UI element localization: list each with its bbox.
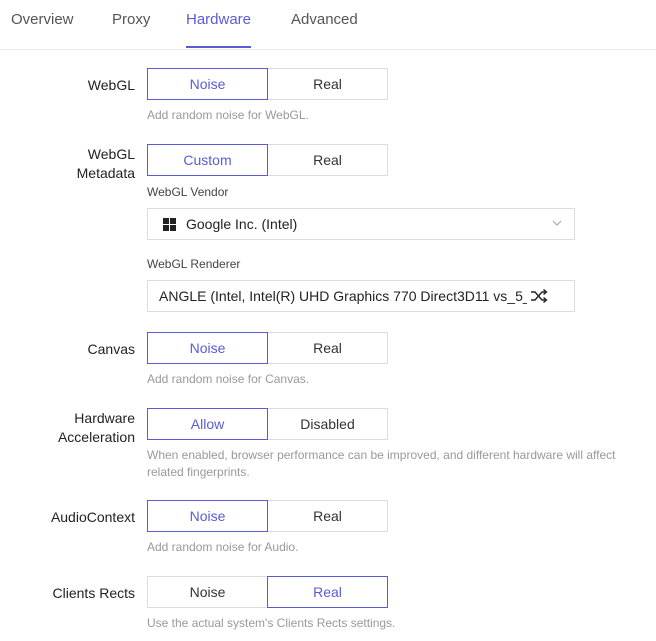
webgl-real-option[interactable]: Real (268, 68, 388, 100)
canvas-noise-option[interactable]: Noise (147, 332, 268, 364)
hardware-acceleration-disabled-option[interactable]: Disabled (268, 408, 388, 440)
webgl-metadata-label: WebGL Metadata (77, 145, 135, 183)
webgl-renderer-input[interactable] (148, 281, 527, 311)
webgl-label: WebGL (87, 77, 135, 93)
webgl-hint: Add random noise for WebGL. (147, 108, 309, 122)
canvas-toggle: Noise Real (147, 332, 388, 364)
hardware-settings-page: Overview Proxy Hardware Advanced WebGL N… (0, 0, 656, 641)
audio-context-noise-option[interactable]: Noise (147, 500, 268, 532)
webgl-metadata-real-option[interactable]: Real (268, 144, 388, 176)
webgl-vendor-select[interactable]: Google Inc. (Intel) (147, 208, 575, 240)
webgl-metadata-toggle: Custom Real (147, 144, 388, 176)
settings-tabs: Overview Proxy Hardware Advanced (0, 0, 656, 50)
webgl-metadata-label-line2: Metadata (76, 165, 135, 181)
webgl-noise-option[interactable]: Noise (147, 68, 268, 100)
webgl-renderer-label: WebGL Renderer (147, 257, 241, 271)
audio-context-real-option[interactable]: Real (268, 500, 388, 532)
audio-context-hint: Add random noise for Audio. (147, 540, 299, 554)
tab-advanced[interactable]: Advanced (291, 0, 358, 47)
hardware-acceleration-toggle: Allow Disabled (147, 408, 388, 440)
hardware-acceleration-hint: When enabled, browser performance can be… (147, 448, 616, 479)
client-rects-noise-option[interactable]: Noise (147, 576, 267, 608)
hardware-acceleration-label-line1: Hardware (74, 410, 135, 426)
hardware-acceleration-label: Hardware Acceleration (58, 409, 135, 447)
webgl-vendor-label: WebGL Vendor (147, 185, 229, 199)
canvas-real-option[interactable]: Real (268, 332, 388, 364)
canvas-label: Canvas (87, 341, 135, 357)
webgl-metadata-label-line1: WebGL (87, 146, 135, 162)
hardware-acceleration-allow-option[interactable]: Allow (147, 408, 268, 440)
client-rects-label: Clients Rects (52, 585, 135, 601)
tab-overview[interactable]: Overview (11, 0, 74, 47)
webgl-toggle: Noise Real (147, 68, 388, 100)
client-rects-hint: Use the actual system's Clients Rects se… (147, 616, 396, 630)
shuffle-icon[interactable] (530, 288, 548, 304)
audio-context-toggle: Noise Real (147, 500, 388, 532)
webgl-vendor-value: Google Inc. (Intel) (186, 216, 298, 232)
audio-context-label: AudioContext (50, 509, 135, 525)
hardware-acceleration-label-line2: Acceleration (57, 429, 135, 445)
canvas-hint: Add random noise for Canvas. (147, 372, 310, 386)
tab-proxy[interactable]: Proxy (112, 0, 150, 47)
chevron-down-icon[interactable] (552, 219, 562, 227)
client-rects-real-option[interactable]: Real (267, 576, 388, 608)
windows-icon (163, 218, 176, 231)
webgl-metadata-custom-option[interactable]: Custom (147, 144, 268, 176)
webgl-renderer-field (147, 280, 575, 312)
tab-hardware[interactable]: Hardware (186, 0, 252, 48)
client-rects-toggle: Noise Real (147, 576, 388, 608)
